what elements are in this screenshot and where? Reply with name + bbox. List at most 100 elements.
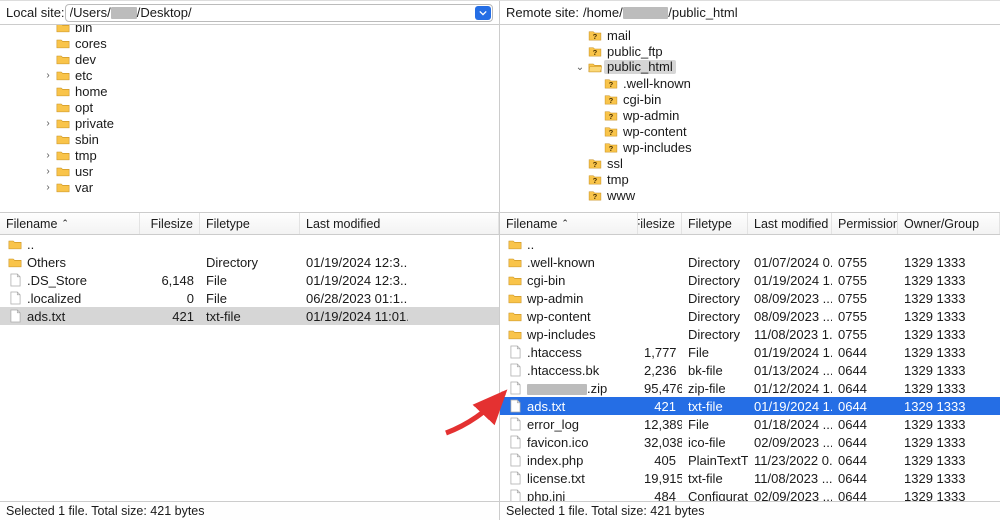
file-icon — [506, 417, 524, 431]
remote-pane: Remote site: /home/xxxxxxx/public_html ?… — [500, 1, 1000, 502]
local-pane: Local site: /Users/xxxx/Desktop/ bincore… — [0, 1, 500, 502]
file-row[interactable]: .. — [500, 235, 1000, 253]
col-ownergroup[interactable]: Owner/Group — [898, 213, 1000, 234]
file-row[interactable]: wp-contentDirectory08/09/2023 ...0755132… — [500, 307, 1000, 325]
tree-item[interactable]: bin — [0, 25, 499, 35]
tree-item[interactable]: ?www — [500, 187, 1000, 203]
tree-item[interactable]: ?wp-content — [500, 123, 1000, 139]
expand-icon[interactable]: › — [42, 118, 54, 129]
tree-item[interactable]: opt — [0, 99, 499, 115]
svg-text:?: ? — [609, 79, 614, 88]
tree-item[interactable]: ?wp-admin — [500, 107, 1000, 123]
file-row[interactable]: license.txt19,915txt-file11/08/2023 ...0… — [500, 469, 1000, 487]
file-row[interactable]: .zip95,476,5...zip-file01/12/2024 1...06… — [500, 379, 1000, 397]
tree-item[interactable]: ?cgi-bin — [500, 91, 1000, 107]
file-row[interactable]: wp-adminDirectory08/09/2023 ...07551329 … — [500, 289, 1000, 307]
svg-text:?: ? — [609, 111, 614, 120]
unknown-folder-icon: ? — [586, 158, 604, 169]
local-path-combobox[interactable]: /Users/xxxx/Desktop/ — [65, 4, 493, 22]
tree-item[interactable]: ›usr — [0, 163, 499, 179]
tree-item[interactable]: ?public_ftp — [500, 43, 1000, 59]
unknown-folder-icon: ? — [602, 126, 620, 137]
folder-icon — [506, 257, 524, 268]
sort-asc-icon: ⌃ — [61, 218, 69, 229]
file-icon — [506, 345, 524, 359]
file-row[interactable]: wp-includesDirectory11/08/2023 1...07551… — [500, 325, 1000, 343]
local-column-headers[interactable]: Filename⌃ Filesize Filetype Last modifie… — [0, 213, 499, 235]
unknown-folder-icon: ? — [602, 142, 620, 153]
folder-icon — [54, 25, 72, 33]
local-site-label: Local site: — [6, 5, 65, 20]
file-row[interactable]: .htaccess.bk2,236bk-file01/13/2024 ...06… — [500, 361, 1000, 379]
tree-item[interactable]: cores — [0, 35, 499, 51]
file-row[interactable]: ads.txt421txt-file01/19/2024 1...0644132… — [500, 397, 1000, 415]
col-lastmodified[interactable]: Last modified — [748, 213, 832, 234]
file-row[interactable]: .. — [0, 235, 499, 253]
svg-text:?: ? — [609, 95, 614, 104]
expand-icon[interactable]: › — [42, 166, 54, 177]
file-row[interactable]: .htaccess1,777File01/19/2024 1...0644132… — [500, 343, 1000, 361]
tree-item[interactable]: ⌄public_html — [500, 59, 1000, 75]
folder-icon — [54, 38, 72, 49]
file-row[interactable]: php.ini484Configurati...02/09/2023 ...06… — [500, 487, 1000, 502]
tree-item[interactable]: ?tmp — [500, 171, 1000, 187]
tree-item[interactable]: ›etc — [0, 67, 499, 83]
expand-icon[interactable]: › — [42, 182, 54, 193]
file-row[interactable]: .localized0File06/28/2023 01:1... — [0, 289, 499, 307]
remote-tree[interactable]: ?mail?public_ftp⌄public_html?.well-known… — [500, 25, 1000, 213]
folder-icon — [506, 329, 524, 340]
col-filesize[interactable]: Filesize — [638, 213, 682, 234]
remote-column-headers[interactable]: Filename⌃ Filesize Filetype Last modifie… — [500, 213, 1000, 235]
local-tree[interactable]: bincoresdev›etchomeopt›privatesbin›tmp›u… — [0, 25, 499, 213]
expand-icon[interactable]: › — [42, 70, 54, 81]
dropdown-icon[interactable] — [475, 6, 491, 20]
folder-icon — [54, 102, 72, 113]
col-filesize[interactable]: Filesize — [140, 213, 200, 234]
remote-path-row: Remote site: /home/xxxxxxx/public_html — [500, 1, 1000, 25]
svg-text:?: ? — [609, 127, 614, 136]
remote-file-list[interactable]: ...well-knownDirectory01/07/2024 0...075… — [500, 235, 1000, 502]
file-row[interactable]: favicon.ico32,038ico-file02/09/2023 ...0… — [500, 433, 1000, 451]
unknown-folder-icon: ? — [602, 94, 620, 105]
folder-icon — [54, 70, 72, 81]
tree-item[interactable]: ?ssl — [500, 155, 1000, 171]
tree-item[interactable]: home — [0, 83, 499, 99]
col-permissions[interactable]: Permissions — [832, 213, 898, 234]
svg-text:?: ? — [593, 31, 598, 40]
col-filetype[interactable]: Filetype — [200, 213, 300, 234]
remote-path-combobox[interactable]: /home/xxxxxxx/public_html — [579, 4, 994, 22]
expand-icon[interactable]: ⌄ — [574, 62, 586, 73]
col-filename[interactable]: Filename⌃ — [0, 213, 140, 234]
expand-icon[interactable]: › — [42, 150, 54, 161]
file-row[interactable]: .well-knownDirectory01/07/2024 0...07551… — [500, 253, 1000, 271]
tree-item[interactable]: ›private — [0, 115, 499, 131]
local-path-row: Local site: /Users/xxxx/Desktop/ — [0, 1, 499, 25]
file-icon — [6, 309, 24, 323]
folder-icon — [586, 62, 604, 73]
col-lastmodified[interactable]: Last modified — [300, 213, 499, 234]
up-folder-icon — [506, 239, 524, 250]
folder-icon — [54, 86, 72, 97]
file-icon — [506, 363, 524, 377]
tree-item[interactable]: ›tmp — [0, 147, 499, 163]
tree-item[interactable]: ?mail — [500, 27, 1000, 43]
tree-item[interactable]: ?.well-known — [500, 75, 1000, 91]
col-filename[interactable]: Filename⌃ — [500, 213, 638, 234]
file-row[interactable]: cgi-binDirectory01/19/2024 1...07551329 … — [500, 271, 1000, 289]
file-row[interactable]: .DS_Store6,148File01/19/2024 12:3... — [0, 271, 499, 289]
tree-item[interactable]: sbin — [0, 131, 499, 147]
tree-item[interactable]: ›var — [0, 179, 499, 195]
file-row[interactable]: OthersDirectory01/19/2024 12:3... — [0, 253, 499, 271]
file-row[interactable]: error_log12,389File01/18/2024 ...0644132… — [500, 415, 1000, 433]
folder-icon — [54, 118, 72, 129]
file-icon — [6, 291, 24, 305]
folder-icon — [54, 166, 72, 177]
file-icon — [506, 471, 524, 485]
sort-asc-icon: ⌃ — [561, 218, 569, 229]
col-filetype[interactable]: Filetype — [682, 213, 748, 234]
local-file-list[interactable]: ..OthersDirectory01/19/2024 12:3....DS_S… — [0, 235, 499, 502]
tree-item[interactable]: ?wp-includes — [500, 139, 1000, 155]
tree-item[interactable]: dev — [0, 51, 499, 67]
file-row[interactable]: ads.txt421txt-file01/19/2024 11:01... — [0, 307, 499, 325]
file-row[interactable]: index.php405PlainTextT...11/23/2022 0...… — [500, 451, 1000, 469]
